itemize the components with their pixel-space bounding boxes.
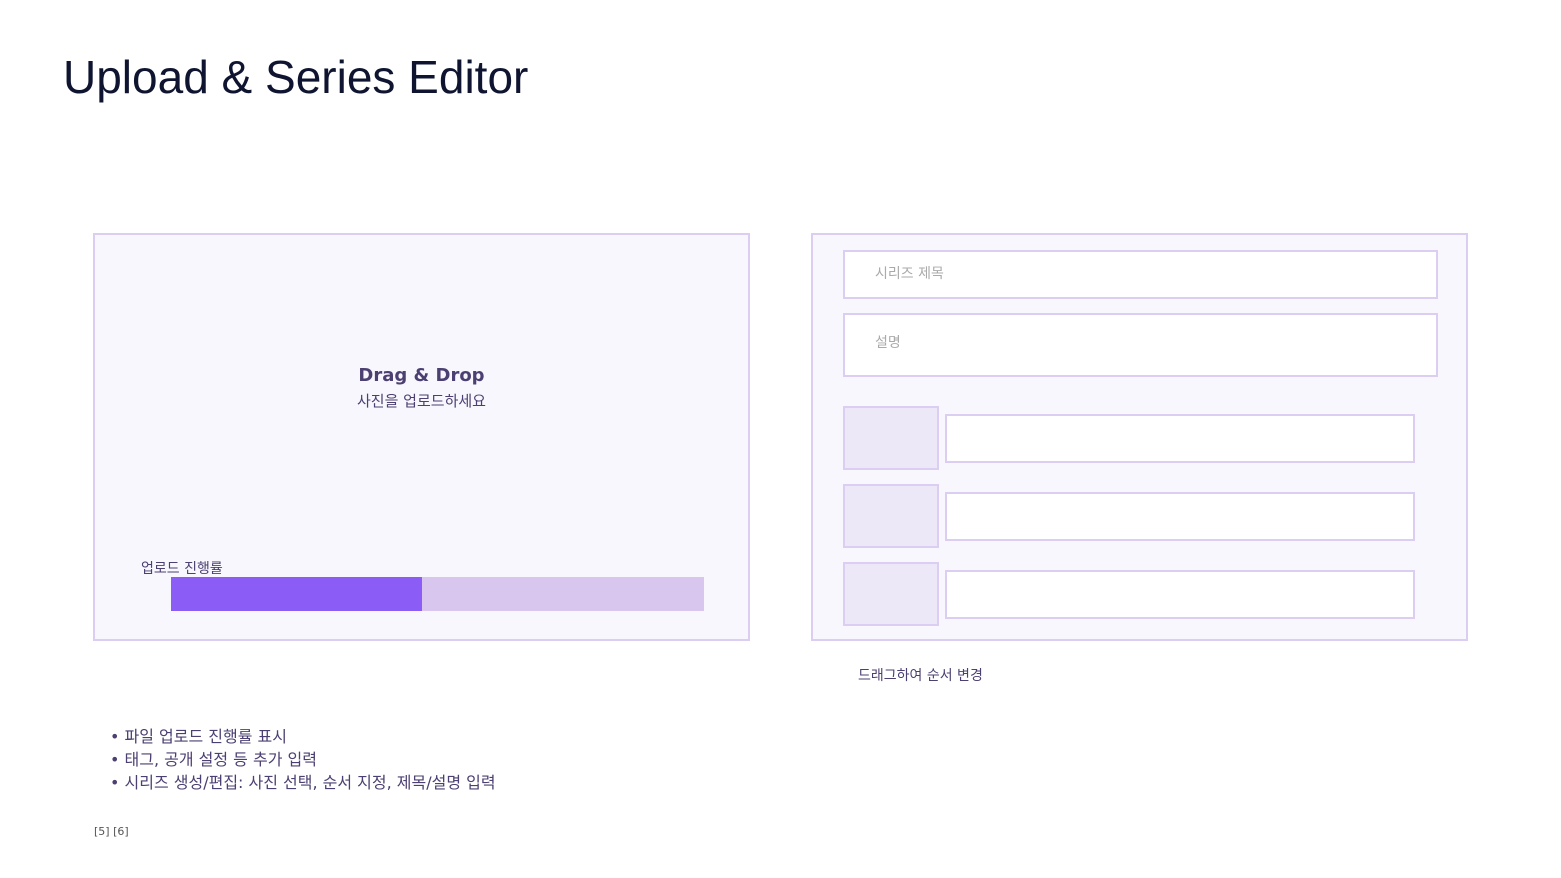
photo-item-field[interactable]	[945, 492, 1415, 541]
dropzone-title: Drag & Drop	[358, 365, 485, 386]
bullet-item: • 파일 업로드 진행률 표시	[110, 727, 287, 746]
series-editor: 시리즈 제목 설명	[811, 233, 1468, 641]
photo-thumbnail[interactable]	[843, 406, 939, 470]
feature-list: • 파일 업로드 진행률 표시 • 태그, 공개 설정 등 추가 입력 • 시리…	[110, 725, 496, 794]
dropzone-subtitle: 사진을 업로드하세요	[357, 392, 486, 410]
upload-dropzone[interactable]: Drag & Drop 사진을 업로드하세요 업로드 진행률	[93, 233, 750, 641]
photo-thumbnail[interactable]	[843, 484, 939, 548]
upload-progress-bar	[171, 577, 704, 611]
reorder-hint: 드래그하여 순서 변경	[858, 668, 983, 684]
series-title-input[interactable]: 시리즈 제목	[843, 250, 1438, 299]
bullet-item: • 태그, 공개 설정 등 추가 입력	[110, 750, 317, 769]
bullet-item: • 시리즈 생성/편집: 사진 선택, 순서 지정, 제목/설명 입력	[110, 773, 496, 792]
progress-label: 업로드 진행률	[141, 561, 223, 577]
photo-thumbnail[interactable]	[843, 562, 939, 626]
photo-item-field[interactable]	[945, 414, 1415, 463]
photo-item-field[interactable]	[945, 570, 1415, 619]
series-description-input[interactable]: 설명	[843, 313, 1438, 377]
footnote: [5] [6]	[94, 825, 129, 838]
page-title: Upload & Series Editor	[63, 51, 529, 103]
progress-fill	[171, 577, 422, 611]
